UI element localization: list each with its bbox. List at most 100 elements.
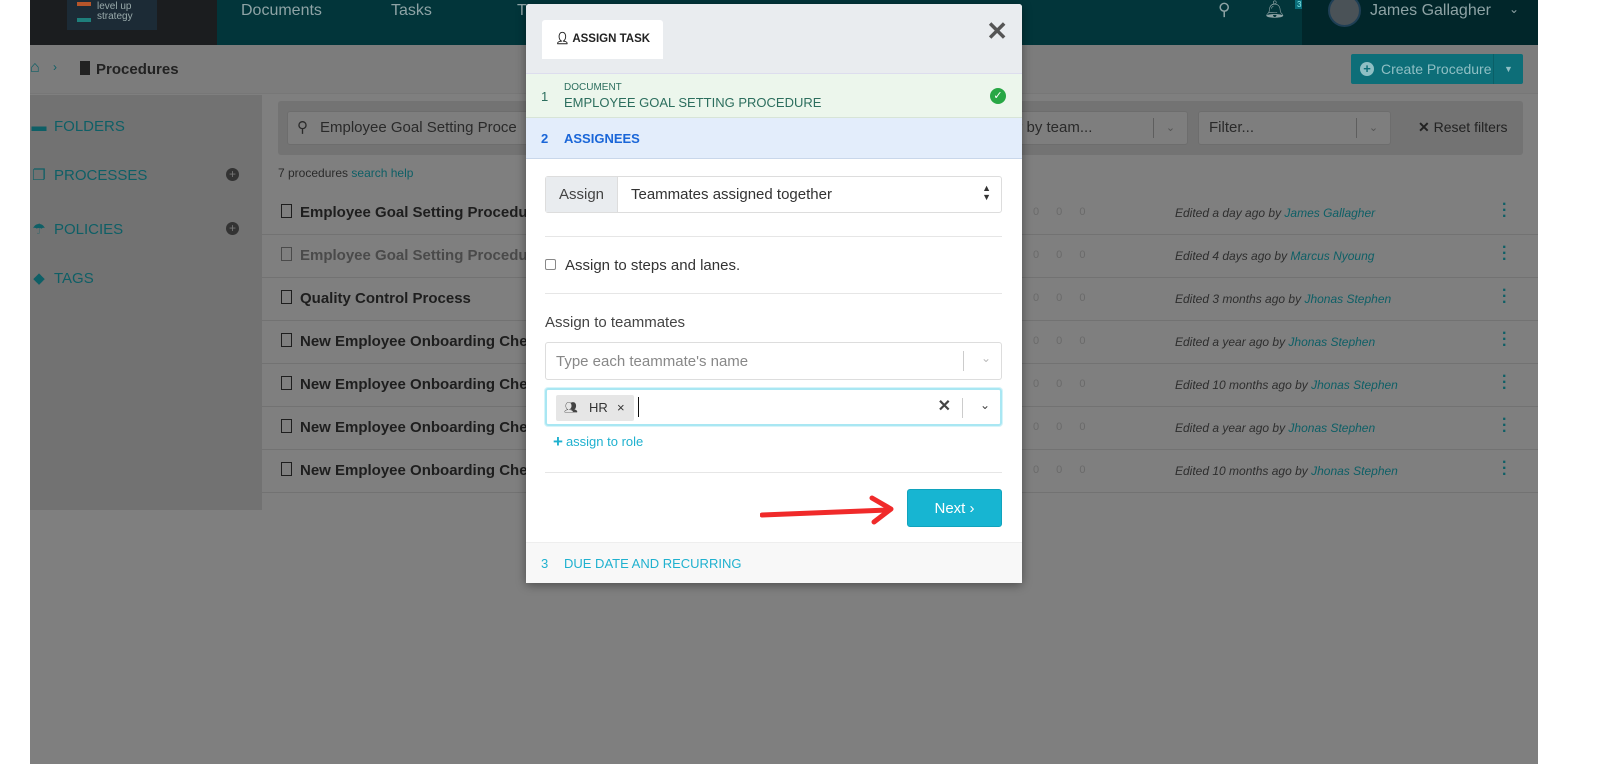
- clear-icon[interactable]: ✕: [938, 396, 951, 416]
- reset-filters-label: Reset filters: [1433, 119, 1508, 135]
- teammates-label: Assign to teammates: [545, 314, 686, 331]
- teammates-placeholder: Type each teammate's name: [556, 353, 749, 370]
- folder-icon: ▬: [31, 118, 47, 135]
- logo[interactable]: level up strategy: [67, 0, 157, 30]
- assign-label: Assign: [546, 177, 618, 212]
- chevron-down-icon: ⌄: [1153, 118, 1187, 138]
- procedure-name-text: New Employee Onboarding Che: [300, 333, 528, 350]
- editor-link[interactable]: Jhonas Stephen: [1288, 421, 1375, 435]
- close-icon[interactable]: ✕: [986, 18, 1008, 44]
- user-menu[interactable]: James Gallagher ⌄: [1302, 0, 1538, 45]
- step-assignees[interactable]: 2 ASSIGNEES: [526, 118, 1022, 159]
- assign-to-role-link[interactable]: + assign to role: [553, 432, 643, 452]
- add-process-icon[interactable]: +: [226, 168, 239, 181]
- edited-info: Edited 3 months ago by Jhonas Stephen: [1175, 292, 1391, 306]
- sort-arrows-icon: ▲ ▼: [982, 183, 991, 202]
- editor-link[interactable]: Jhonas Stephen: [1288, 335, 1375, 349]
- sidebar-item-tags[interactable]: ◆ TAGS: [30, 269, 94, 287]
- more-vertical-icon[interactable]: · · ·: [1502, 455, 1508, 483]
- procedure-name-text: Quality Control Process: [300, 290, 471, 307]
- plus-circle-icon: +: [1360, 62, 1374, 76]
- add-policy-icon[interactable]: +: [226, 222, 239, 235]
- chevron-down-icon[interactable]: ⌄: [981, 351, 991, 365]
- annotation-arrow-icon: [760, 495, 894, 525]
- chevron-down-icon: ⌄: [1509, 2, 1520, 16]
- procedure-name[interactable]: Employee Goal Setting Procedu: [281, 204, 528, 221]
- procedure-counts: 0 0 0: [1033, 292, 1086, 304]
- edited-info: Edited a year ago by Jhonas Stephen: [1175, 335, 1375, 349]
- edited-text: Edited a year ago by: [1175, 421, 1286, 435]
- procedure-name[interactable]: Quality Control Process: [281, 290, 471, 307]
- teammates-input[interactable]: Type each teammate's name ⌄: [545, 342, 1002, 380]
- edited-text: Edited a year ago by: [1175, 335, 1286, 349]
- procedure-name-text: New Employee Onboarding Che: [300, 419, 528, 436]
- document-icon: [281, 290, 292, 304]
- umbrella-icon: ☂: [32, 221, 46, 238]
- editor-link[interactable]: Jhonas Stephen: [1311, 378, 1398, 392]
- assign-mode-select[interactable]: Assign Teammates assigned together ▲ ▼: [545, 176, 1002, 213]
- procedure-name[interactable]: New Employee Onboarding Che: [281, 333, 528, 350]
- more-vertical-icon[interactable]: · · ·: [1502, 326, 1508, 354]
- copy-icon: ❐: [32, 167, 46, 184]
- edited-info: Edited 10 months ago by Jhonas Stephen: [1175, 464, 1398, 478]
- editor-link[interactable]: Jhonas Stephen: [1311, 464, 1398, 478]
- document-icon: [80, 61, 90, 75]
- sidebar-item-folders[interactable]: ▬ FOLDERS: [30, 118, 125, 135]
- step-label: DUE DATE AND RECURRING: [564, 556, 742, 571]
- caret-down-icon[interactable]: ▼: [1493, 54, 1523, 84]
- more-vertical-icon[interactable]: · · ·: [1502, 369, 1508, 397]
- procedure-name[interactable]: New Employee Onboarding Che: [281, 376, 528, 393]
- search-help-link[interactable]: search help: [351, 166, 413, 180]
- document-icon: [281, 462, 292, 476]
- create-procedure-button[interactable]: + Create Procedure ▼: [1351, 54, 1523, 84]
- sidebar-item-processes[interactable]: ❐ PROCESSES: [30, 166, 147, 184]
- step-document[interactable]: 1 DOCUMENT EMPLOYEE GOAL SETTING PROCEDU…: [526, 73, 1022, 118]
- page-title: Procedures: [96, 61, 179, 78]
- edited-info: Edited a year ago by Jhonas Stephen: [1175, 421, 1375, 435]
- assign-mode-value: Teammates assigned together: [631, 186, 832, 203]
- nav-tasks[interactable]: Tasks: [391, 2, 432, 20]
- assign-steps-checkbox[interactable]: [545, 259, 556, 270]
- remove-chip-icon[interactable]: ×: [617, 395, 625, 421]
- editor-link[interactable]: Marcus Nyoung: [1290, 249, 1374, 263]
- assign-role-label: assign to role: [565, 434, 644, 449]
- home-icon[interactable]: ⌂: [30, 59, 40, 77]
- tab-label: ASSIGN TASK: [572, 33, 651, 45]
- sidebar-item-policies[interactable]: ☂ POLICIES: [30, 220, 123, 238]
- more-vertical-icon[interactable]: · · ·: [1502, 197, 1508, 225]
- more-vertical-icon[interactable]: · · ·: [1502, 412, 1508, 440]
- search-icon[interactable]: ⚲: [1218, 0, 1230, 20]
- procedure-name[interactable]: New Employee Onboarding Che: [281, 419, 528, 436]
- bell-icon[interactable]: 🔔︎: [1264, 0, 1286, 20]
- role-chip-label: HR: [589, 400, 608, 415]
- sidebar-label: TAGS: [54, 270, 94, 287]
- editor-link[interactable]: Jhonas Stephen: [1304, 292, 1391, 306]
- plus-icon: +: [553, 432, 563, 451]
- procedure-counts: 0 0 0: [1033, 335, 1086, 347]
- more-vertical-icon[interactable]: · · ·: [1502, 283, 1508, 311]
- step-number: 3: [541, 556, 549, 571]
- step-value: EMPLOYEE GOAL SETTING PROCEDURE: [564, 95, 822, 110]
- filter-select[interactable]: Filter... ⌄: [1198, 111, 1391, 145]
- nav-documents[interactable]: Documents: [241, 2, 322, 20]
- step-number: 2: [541, 131, 549, 146]
- result-count: 7 procedures search help: [278, 166, 413, 180]
- more-vertical-icon[interactable]: · · ·: [1502, 240, 1508, 268]
- logo-text: level up strategy: [97, 1, 133, 22]
- edited-text: Edited 3 months ago by: [1175, 292, 1302, 306]
- chevron-down-icon[interactable]: ⌄: [980, 398, 990, 412]
- editor-link[interactable]: James Gallagher: [1284, 206, 1375, 220]
- step-label: ASSIGNEES: [564, 131, 640, 146]
- step-due-date[interactable]: 3 DUE DATE AND RECURRING: [526, 542, 1022, 583]
- next-button[interactable]: Next ›: [907, 489, 1002, 527]
- chevron-right-icon: ›: [53, 60, 57, 74]
- reset-filters-button[interactable]: ✕ Reset filters: [1418, 119, 1508, 136]
- search-icon: ⚲: [297, 119, 308, 136]
- procedure-name[interactable]: Employee Goal Setting Procedu: [281, 247, 528, 264]
- sidebar-label: FOLDERS: [54, 118, 125, 135]
- role-input[interactable]: 👥︎ HR × ✕ ⌄: [545, 388, 1002, 426]
- procedure-name[interactable]: New Employee Onboarding Che: [281, 462, 528, 479]
- tab-assign-task[interactable]: 👤︎ ASSIGN TASK: [542, 20, 663, 59]
- procedure-name-text: Employee Goal Setting Procedu: [300, 204, 528, 221]
- step-number: 1: [541, 89, 549, 104]
